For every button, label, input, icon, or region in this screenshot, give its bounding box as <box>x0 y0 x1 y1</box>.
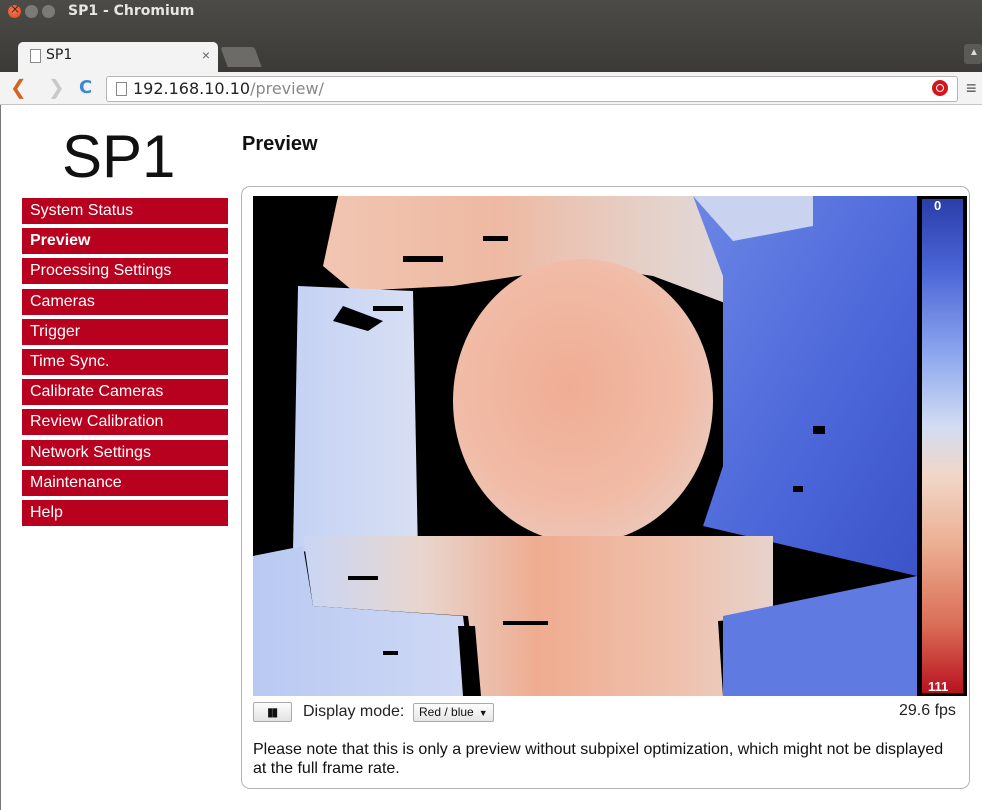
sidebar-item-processing-settings[interactable]: Processing Settings <box>22 258 228 285</box>
page-title: Preview <box>242 133 318 155</box>
tab-label: SP1 <box>46 47 73 63</box>
depth-color-scale <box>919 196 966 696</box>
disparity-preview-image <box>253 196 967 696</box>
reload-icon[interactable]: C <box>79 77 92 98</box>
page-icon <box>30 49 41 63</box>
sidebar-item-preview[interactable]: Preview <box>22 228 228 255</box>
sidebar-item-network-settings[interactable]: Network Settings <box>22 439 228 466</box>
sidebar-item-calibrate-cameras[interactable]: Calibrate Cameras <box>22 379 228 406</box>
display-mode-value: Red / blue <box>419 705 474 719</box>
sidebar-item-time-sync[interactable]: Time Sync. <box>22 348 228 375</box>
pause-button[interactable]: ▮▮ <box>253 702 292 722</box>
tab-close-icon[interactable]: × <box>202 47 210 63</box>
hamburger-menu-icon[interactable]: ≡ <box>966 78 977 99</box>
sidebar-item-review-calibration[interactable]: Review Calibration <box>22 409 228 436</box>
sidebar-item-help[interactable]: Help <box>22 499 228 526</box>
forward-arrow-icon[interactable]: ❯ <box>48 75 65 99</box>
address-bar[interactable]: 192.168.10.10/preview/ ☆ <box>106 76 958 102</box>
url-text: 192.168.10.10/preview/ <box>133 79 324 98</box>
browser-toolbar: ❮ ❯ C 192.168.10.10/preview/ ☆ <box>0 72 982 105</box>
scale-max-label: 111 <box>928 679 949 694</box>
window-maximize-icon[interactable] <box>42 5 55 18</box>
window-border <box>0 105 1 810</box>
scale-min-label: 0 <box>934 198 942 213</box>
url-host: 192.168.10.10 <box>133 79 251 98</box>
disparity-map-graphic <box>253 196 967 696</box>
logo: SP1 <box>62 123 176 190</box>
sidebar-item-maintenance[interactable]: Maintenance <box>22 469 228 496</box>
window-titlebar: SP1 - Chromium SP1 × ▲ <box>0 0 982 72</box>
url-path: /preview/ <box>250 79 324 98</box>
extension-icon[interactable] <box>932 80 948 96</box>
sidebar-nav: System Status Preview Processing Setting… <box>22 198 228 530</box>
browser-tab[interactable]: SP1 × <box>18 42 218 72</box>
sidebar-item-system-status[interactable]: System Status <box>22 198 228 224</box>
fps-counter: 29.6 fps <box>899 702 956 719</box>
page-icon <box>116 82 127 96</box>
new-tab-button[interactable] <box>220 47 262 67</box>
preview-note: Please note that this is only a preview … <box>253 741 944 777</box>
window-close-icon[interactable] <box>8 2 21 18</box>
chevron-down-icon: ▼ <box>478 708 488 718</box>
sidebar-item-trigger[interactable]: Trigger <box>22 318 228 345</box>
display-mode-select[interactable]: Red / blue ▼ <box>413 703 494 722</box>
back-arrow-icon[interactable]: ❮ <box>10 75 27 99</box>
display-mode-label: Display mode: <box>303 703 405 720</box>
user-menu-icon[interactable]: ▲ <box>964 44 982 64</box>
pause-icon: ▮▮ <box>267 705 278 719</box>
window-title: SP1 - Chromium <box>68 3 195 19</box>
window-minimize-icon[interactable] <box>25 5 38 18</box>
sidebar-item-cameras[interactable]: Cameras <box>22 288 228 315</box>
